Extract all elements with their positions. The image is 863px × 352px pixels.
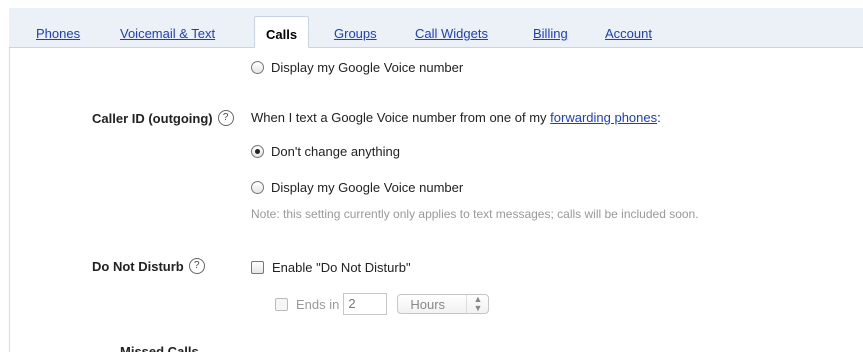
do-not-disturb-section-label: Do Not Disturb ? — [92, 258, 205, 274]
caller-id-section-label: Caller ID (outgoing) ? — [92, 110, 234, 126]
caller-id-note: Note: this setting currently only applie… — [251, 207, 699, 221]
radio-button[interactable] — [251, 181, 264, 194]
caller-id-description: When I text a Google Voice number from o… — [251, 110, 661, 125]
ends-in-unit-select[interactable]: Hours ▲ ▼ — [397, 294, 490, 314]
radio-option-display-number-top[interactable]: Display my Google Voice number — [251, 60, 463, 75]
ends-in-checkbox[interactable] — [275, 297, 288, 311]
forwarding-phones-link[interactable]: forwarding phones — [550, 110, 657, 125]
missed-calls-section-label: Missed Calls — [120, 344, 199, 352]
tab-calls[interactable]: Calls — [254, 16, 310, 48]
radio-option-label: Don't change anything — [271, 144, 400, 159]
help-icon[interactable]: ? — [188, 258, 205, 274]
do-not-disturb-label: Do Not Disturb — [92, 258, 184, 274]
caller-id-description-text: When I text a Google Voice number from o… — [251, 110, 551, 125]
radio-button-selected[interactable] — [251, 145, 264, 158]
enable-do-not-disturb-option[interactable]: Enable "Do Not Disturb" — [251, 260, 411, 275]
tab-voicemail-text[interactable]: Voicemail & Text — [120, 26, 215, 41]
radio-option-label: Display my Google Voice number — [271, 60, 464, 75]
ends-in-label: Ends in — [296, 296, 340, 312]
ends-in-duration-input[interactable]: 2 — [343, 293, 388, 315]
enable-do-not-disturb-label: Enable "Do Not Disturb" — [272, 260, 411, 275]
content-left-border — [9, 48, 10, 352]
caller-id-description-colon: : — [657, 110, 661, 125]
radio-option-dont-change[interactable]: Don't change anything — [251, 144, 400, 159]
tab-call-widgets[interactable]: Call Widgets — [415, 26, 488, 41]
settings-page: Phones Voicemail & Text Calls Groups Cal… — [0, 0, 863, 352]
ends-in-unit-value: Hours — [410, 296, 446, 312]
tab-billing[interactable]: Billing — [533, 26, 568, 41]
select-arrows-icon: ▲ ▼ — [466, 295, 482, 313]
tab-account[interactable]: Account — [605, 26, 652, 41]
radio-button[interactable] — [251, 61, 264, 74]
radio-option-display-number[interactable]: Display my Google Voice number — [251, 180, 463, 195]
settings-tab-bar: Phones Voicemail & Text Calls Groups Cal… — [9, 8, 863, 48]
caller-id-label: Caller ID (outgoing) — [92, 110, 213, 126]
radio-option-label: Display my Google Voice number — [271, 180, 464, 195]
ends-in-row: Ends in 2 Hours ▲ ▼ — [275, 293, 490, 315]
tab-groups[interactable]: Groups — [334, 26, 377, 41]
help-icon[interactable]: ? — [217, 110, 234, 126]
tab-phones[interactable]: Phones — [36, 26, 80, 41]
enable-do-not-disturb-checkbox[interactable] — [251, 261, 264, 274]
